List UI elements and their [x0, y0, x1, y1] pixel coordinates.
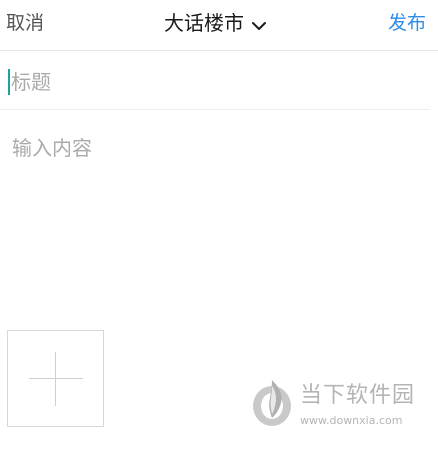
forum-selector[interactable]: 大话楼市 — [164, 9, 267, 37]
cancel-button[interactable]: 取消 — [6, 10, 44, 36]
chevron-down-icon — [251, 17, 267, 30]
top-nav-bar: 取消 大话楼市 发布 — [0, 0, 438, 51]
add-image-button[interactable] — [7, 330, 104, 427]
plus-icon-vertical — [55, 352, 56, 406]
forum-title: 大话楼市 — [164, 11, 244, 35]
title-input[interactable]: 标题 — [0, 52, 430, 110]
downxia-logo-icon — [250, 376, 298, 428]
watermark: 当下软件园 www.downxia.com — [250, 376, 430, 436]
text-cursor — [8, 69, 10, 95]
publish-button[interactable]: 发布 — [388, 10, 426, 36]
plus-icon — [29, 378, 83, 379]
watermark-name: 当下软件园 — [300, 383, 416, 408]
watermark-url: www.downxia.com — [300, 414, 403, 427]
title-placeholder: 标题 — [11, 70, 51, 94]
content-input[interactable]: 输入内容 — [12, 134, 92, 162]
